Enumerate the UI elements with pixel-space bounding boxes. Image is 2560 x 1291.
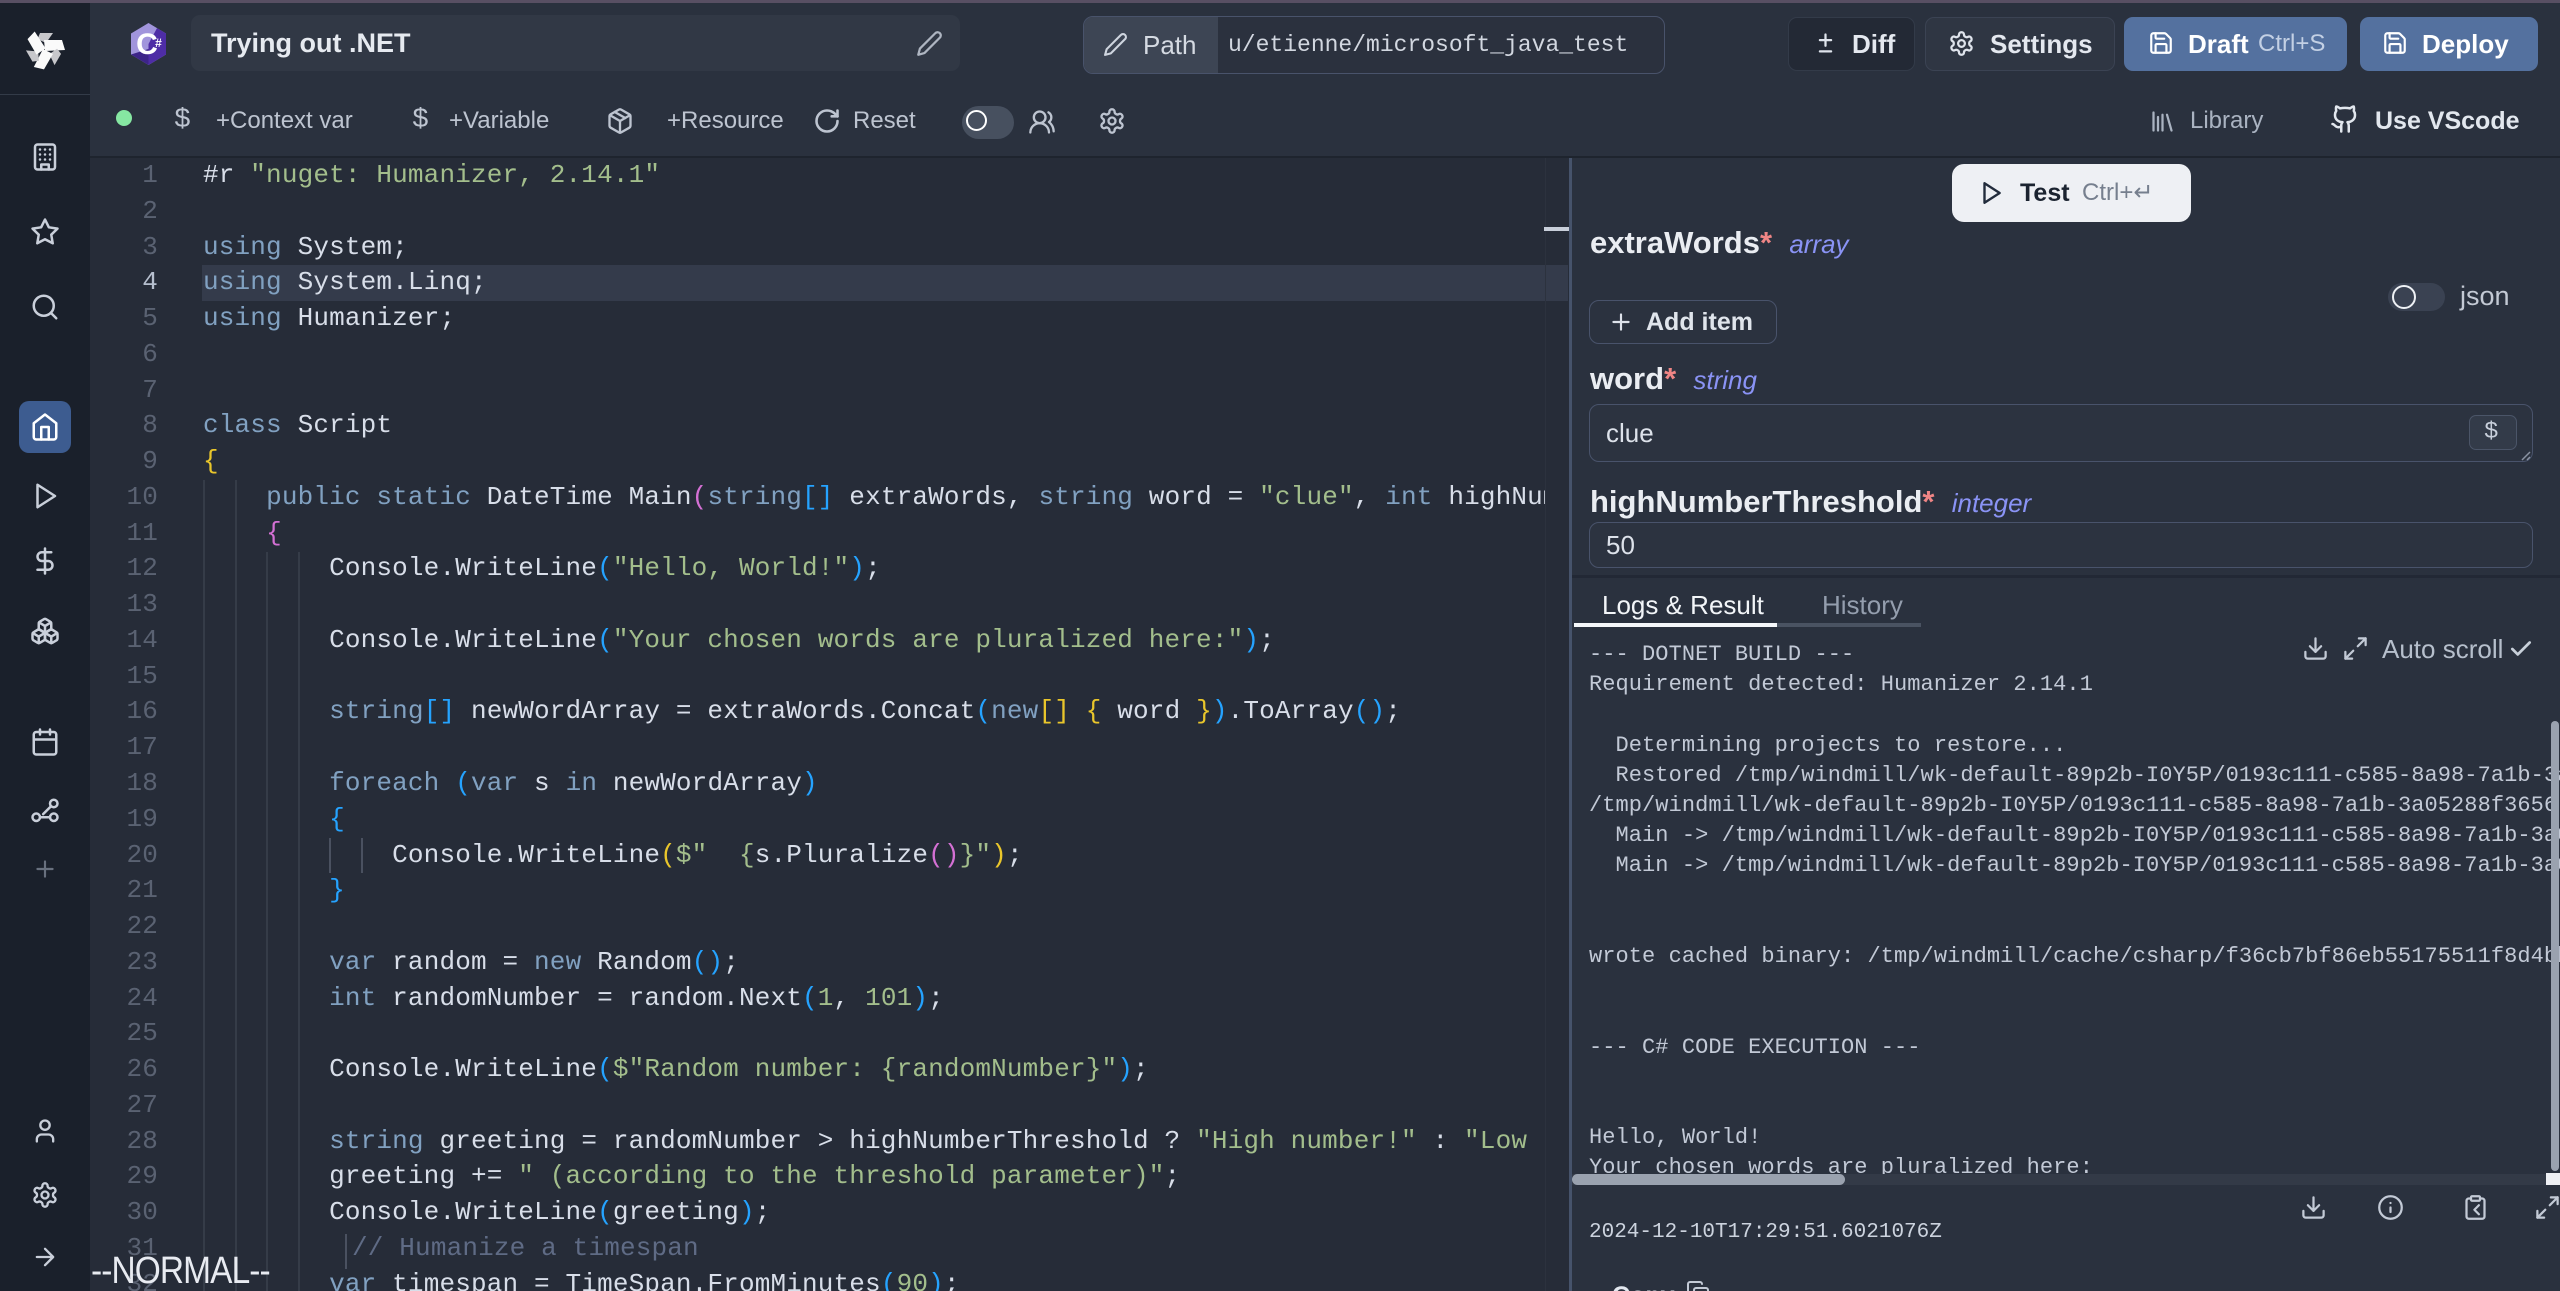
svg-text:#: # xyxy=(155,36,162,50)
